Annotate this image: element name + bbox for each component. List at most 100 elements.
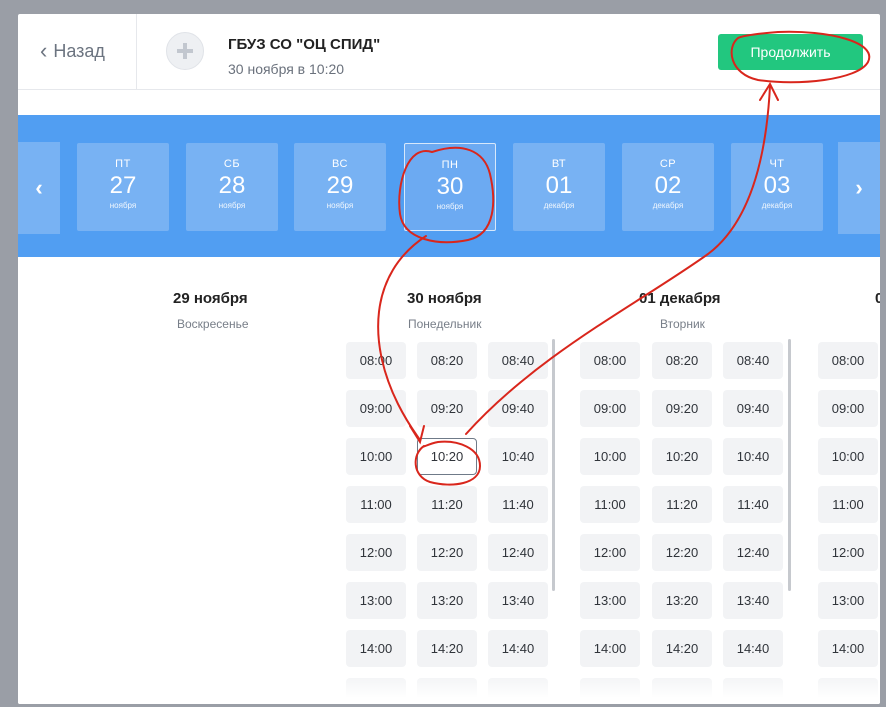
day-column-weekday: Вторник (660, 317, 705, 331)
header-divider (136, 14, 137, 90)
time-slot-button[interactable]: 13:40 (488, 582, 548, 619)
time-slot-button[interactable]: 14:40 (723, 630, 783, 667)
date-strip: ‹ ПТ 27 ноября СБ 28 ноября ВС 29 ноября ПН 30 нояб… (18, 115, 880, 257)
day-column-title: 29 ноября (173, 290, 248, 307)
month-label: ноября (218, 201, 246, 210)
booking-window: ‹ Назад ГБУЗ СО "ОЦ СПИД" 30 ноября в 10… (18, 14, 880, 704)
time-slot-button[interactable]: 10:20 (652, 438, 712, 475)
time-slot-button[interactable]: 09:40 (488, 390, 548, 427)
time-slot-button[interactable]: 11:00 (818, 486, 878, 523)
time-slot-button[interactable]: 12:20 (652, 534, 712, 571)
month-label: ноября (326, 201, 354, 210)
date-card-01[interactable]: ВТ 01 декабря (513, 143, 605, 231)
time-slot-button[interactable]: 13:20 (652, 582, 712, 619)
day-column-title: 01 декабря (639, 290, 721, 307)
date-card-03[interactable]: ЧТ 03 декабря (731, 143, 823, 231)
time-slot-button[interactable]: 08:20 (652, 342, 712, 379)
plus-icon (177, 43, 193, 59)
time-slot-button[interactable]: 10:40 (723, 438, 783, 475)
next-dates-button[interactable]: › (838, 142, 880, 234)
day-column-weekday: Понедельник (408, 317, 482, 331)
time-slot-button[interactable]: 11:20 (417, 486, 477, 523)
date-card-27[interactable]: ПТ 27 ноября (77, 143, 169, 231)
day-number: 27 (109, 172, 137, 199)
time-slot-button[interactable]: 08:00 (580, 342, 640, 379)
time-slot-button[interactable]: 13:00 (580, 582, 640, 619)
chevron-right-icon: › (855, 175, 863, 200)
month-label: ноября (436, 202, 464, 211)
time-slot-button[interactable]: 08:40 (488, 342, 548, 379)
time-slot-button[interactable]: 08:00 (346, 342, 406, 379)
time-slot-button[interactable]: 08:00 (818, 342, 878, 379)
time-slot-button[interactable]: 13:20 (417, 582, 477, 619)
day-number: 30 (436, 173, 464, 200)
day-number: 28 (218, 172, 246, 199)
chevron-left-icon: ‹ (35, 175, 43, 200)
clinic-name: ГБУЗ СО "ОЦ СПИД" (228, 36, 381, 53)
day-number: 01 (545, 172, 573, 199)
weekday-label: СБ (223, 158, 241, 170)
appointment-datetime: 30 ноября в 10:20 (228, 61, 345, 77)
time-slot-button[interactable]: 13:40 (723, 582, 783, 619)
weekday-label: ПТ (115, 158, 131, 170)
time-slot-button[interactable]: 08:40 (723, 342, 783, 379)
back-button[interactable]: ‹ Назад (40, 40, 105, 62)
time-slot-button[interactable]: 14:00 (580, 630, 640, 667)
time-slot-button[interactable]: 12:00 (818, 534, 878, 571)
date-card-28[interactable]: СБ 28 ноября (186, 143, 278, 231)
day-column-title: 30 ноября (407, 290, 482, 307)
month-label: декабря (543, 201, 575, 210)
time-slot-button[interactable]: 11:40 (488, 486, 548, 523)
clinic-logo (166, 32, 204, 70)
day-number: 29 (326, 172, 354, 199)
time-slot-button[interactable]: 09:00 (818, 390, 878, 427)
back-label: Назад (53, 40, 105, 61)
time-slot-button[interactable]: 14:00 (346, 630, 406, 667)
time-slot-button[interactable]: 10:00 (346, 438, 406, 475)
time-slot-button[interactable]: 14:20 (652, 630, 712, 667)
time-slot-button[interactable]: 12:40 (488, 534, 548, 571)
time-slot-button[interactable]: 12:00 (346, 534, 406, 571)
day-number: 02 (654, 172, 682, 199)
day-column-weekday: Воскресенье (177, 317, 249, 331)
time-slot-button[interactable]: 11:00 (580, 486, 640, 523)
time-slot-button[interactable]: 11:40 (723, 486, 783, 523)
month-label: декабря (652, 201, 684, 210)
month-label: ноября (109, 201, 137, 210)
time-slot-button[interactable]: 10:00 (580, 438, 640, 475)
date-card-02[interactable]: СР 02 декабря (622, 143, 714, 231)
time-slot-button[interactable]: 14:40 (488, 630, 548, 667)
time-slot-button[interactable]: 11:20 (652, 486, 712, 523)
chevron-left-icon: ‹ (40, 38, 48, 63)
time-slot-button[interactable]: 12:40 (723, 534, 783, 571)
time-slot-button[interactable]: 09:00 (346, 390, 406, 427)
time-slot-button[interactable]: 09:40 (723, 390, 783, 427)
weekday-label: ПН (441, 159, 459, 171)
time-slot-button[interactable]: 14:20 (417, 630, 477, 667)
time-slot-button[interactable]: 12:00 (580, 534, 640, 571)
continue-button[interactable]: Продолжить (718, 34, 863, 70)
day-column-title: 0 (875, 290, 880, 307)
time-slot-button[interactable]: 10:00 (818, 438, 878, 475)
scrollbar[interactable] (788, 339, 791, 591)
prev-dates-button[interactable]: ‹ (18, 142, 60, 234)
weekday-label: ВС (332, 158, 348, 170)
time-slot-button[interactable]: 10:40 (488, 438, 548, 475)
time-slot-button[interactable]: 14:00 (818, 630, 878, 667)
time-slot-button[interactable]: 13:00 (346, 582, 406, 619)
header: ‹ Назад ГБУЗ СО "ОЦ СПИД" 30 ноября в 10… (18, 14, 880, 90)
time-slot-button[interactable]: 11:00 (346, 486, 406, 523)
time-slot-button[interactable]: 13:00 (818, 582, 878, 619)
time-slot-button[interactable]: 09:20 (417, 390, 477, 427)
scrollbar[interactable] (552, 339, 555, 591)
day-number: 03 (763, 172, 791, 199)
date-card-29[interactable]: ВС 29 ноября (294, 143, 386, 231)
time-slot-button[interactable]: 09:20 (652, 390, 712, 427)
time-slot-button[interactable]: 10:20 (417, 438, 477, 475)
weekday-label: ВТ (551, 158, 567, 170)
time-slot-button[interactable]: 12:20 (417, 534, 477, 571)
weekday-label: СР (659, 158, 677, 170)
date-card-30[interactable]: ПН 30 ноября (404, 143, 496, 231)
time-slot-button[interactable]: 09:00 (580, 390, 640, 427)
time-slot-button[interactable]: 08:20 (417, 342, 477, 379)
